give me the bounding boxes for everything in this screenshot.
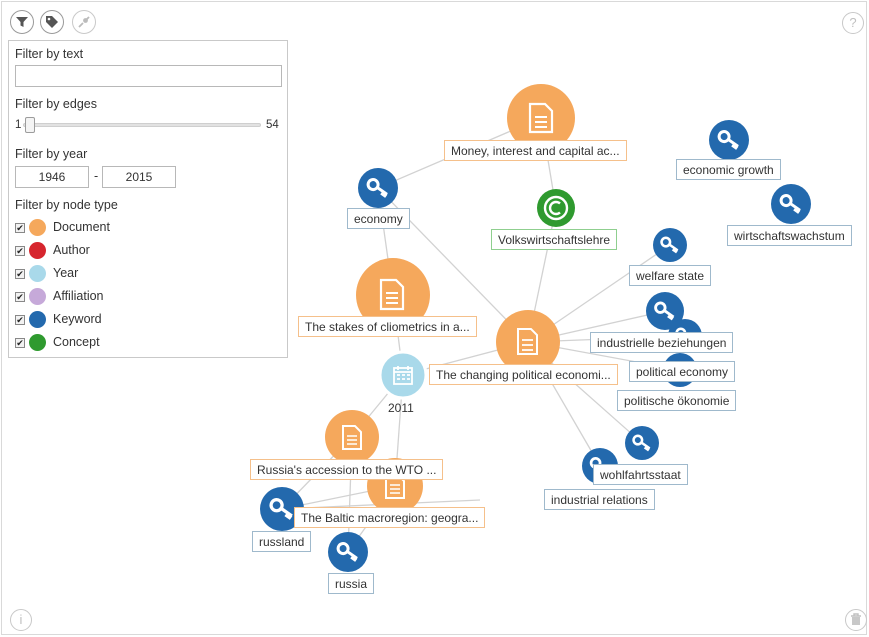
- node-type-label: Keyword: [53, 312, 102, 326]
- keyword-node-econ-growth[interactable]: [709, 120, 749, 160]
- funnel-icon: [16, 17, 28, 27]
- node-type-color-dot: [29, 242, 46, 259]
- text-filter-label: Filter by text: [15, 47, 84, 61]
- tag-button[interactable]: [40, 10, 64, 34]
- node-type-label: Affiliation: [53, 289, 104, 303]
- year-node-2011[interactable]: [378, 350, 428, 400]
- node-label-doc-baltic[interactable]: The Baltic macroregion: geogra...: [294, 507, 486, 528]
- node-type-label: Concept: [53, 335, 100, 349]
- node-type-color-dot: [29, 288, 46, 305]
- node-type-checkbox[interactable]: ✔: [15, 223, 25, 233]
- node-type-color-dot: [29, 334, 46, 351]
- info-icon: i: [19, 612, 23, 627]
- node-label-doc-stakes[interactable]: The stakes of cliometrics in a...: [298, 316, 477, 337]
- year-filter-label: Filter by year: [15, 147, 88, 161]
- keyword-node-wohlfahrt[interactable]: [625, 426, 659, 460]
- node-type-filter-label: Filter by node type: [15, 198, 118, 212]
- node-label-kw-economic-growth[interactable]: economic growth: [676, 159, 781, 180]
- node-label-kw-russia[interactable]: russia: [328, 573, 375, 594]
- node-label-kw-welfare-state[interactable]: welfare state: [629, 265, 712, 286]
- filter-button[interactable]: [10, 10, 34, 34]
- node-label-doc-changing[interactable]: The changing political economi...: [429, 364, 618, 385]
- node-type-label: Author: [53, 243, 90, 257]
- node-label-doc-money[interactable]: Money, interest and capital ac...: [444, 140, 627, 161]
- keyword-node-economy[interactable]: [358, 168, 398, 208]
- year-separator: -: [94, 169, 99, 183]
- node-type-color-dot: [29, 219, 46, 236]
- node-type-checkbox[interactable]: ✔: [15, 269, 25, 279]
- node-label-kw-wirtschaftswachstum[interactable]: wirtschaftswachstum: [727, 225, 852, 246]
- node-label-kw-political-economy[interactable]: political economy: [629, 361, 736, 382]
- node-type-color-dot: [29, 265, 46, 282]
- pushpin-icon: [78, 16, 90, 28]
- node-type-label: Document: [53, 220, 110, 234]
- node-label-kw-industrielle[interactable]: industrielle beziehungen: [590, 332, 734, 353]
- help-button[interactable]: ?: [842, 12, 864, 34]
- pin-button[interactable]: [72, 10, 96, 34]
- node-label-year-2011[interactable]: 2011: [386, 398, 416, 419]
- edges-slider-track[interactable]: [23, 123, 261, 127]
- concept-node-volkswirtschaftslehre[interactable]: [537, 189, 575, 227]
- node-label-kw-economy[interactable]: economy: [347, 208, 410, 229]
- text-filter-input[interactable]: [15, 65, 282, 87]
- node-label-kw-politische[interactable]: politische ökonomie: [617, 390, 737, 411]
- node-type-checkbox[interactable]: ✔: [15, 338, 25, 348]
- node-label-kw-russland[interactable]: russland: [252, 531, 312, 552]
- edges-min-label: 1: [15, 119, 22, 131]
- node-label-concept-vwl[interactable]: Volkswirtschaftslehre: [491, 229, 618, 250]
- info-button[interactable]: i: [10, 609, 32, 631]
- year-from-input[interactable]: [15, 166, 89, 188]
- node-label-kw-industrial-relations[interactable]: industrial relations: [544, 489, 655, 510]
- edges-filter-label: Filter by edges: [15, 97, 97, 111]
- node-label-doc-russia[interactable]: Russia's accession to the WTO ...: [250, 459, 444, 480]
- keyword-node-welfare[interactable]: [653, 228, 687, 262]
- node-type-checkbox[interactable]: ✔: [15, 315, 25, 325]
- help-icon: ?: [849, 15, 857, 30]
- node-type-checkbox[interactable]: ✔: [15, 246, 25, 256]
- keyword-node-russia[interactable]: [328, 532, 368, 572]
- node-type-label: Year: [53, 266, 79, 280]
- trash-icon: [850, 613, 861, 625]
- tag-icon: [46, 16, 58, 28]
- filter-panel: Filter by text Filter by edges 1 54 Filt…: [8, 40, 288, 358]
- edges-max-label: 54: [266, 119, 279, 131]
- year-to-input[interactable]: [102, 166, 176, 188]
- document-node-russia[interactable]: [325, 410, 379, 464]
- edges-slider-handle[interactable]: [25, 117, 35, 133]
- node-type-checkbox[interactable]: ✔: [15, 292, 25, 302]
- delete-button[interactable]: [845, 609, 867, 631]
- node-type-color-dot: [29, 311, 46, 328]
- keyword-node-wirtschafts[interactable]: [771, 184, 811, 224]
- node-label-kw-wohlfahrtsstaat[interactable]: wohlfahrtsstaat: [593, 464, 688, 485]
